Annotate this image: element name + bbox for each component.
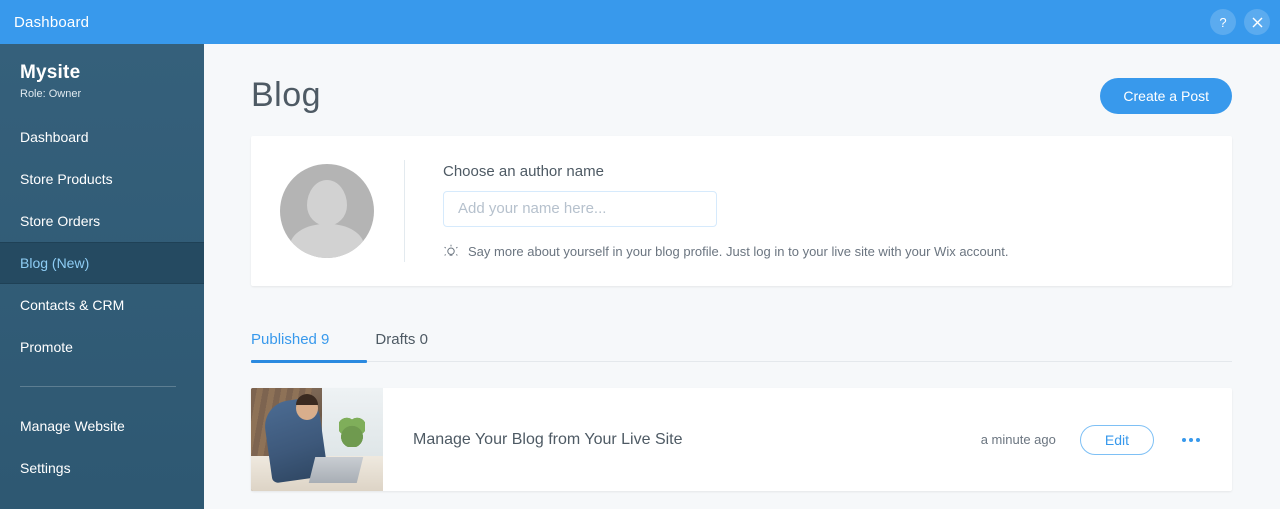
- sidebar-item-blog[interactable]: Blog (New): [0, 242, 204, 284]
- page-title: Blog: [251, 76, 322, 114]
- sidebar-item-label: Blog (New): [20, 255, 90, 271]
- post-meta: a minute ago Edit: [980, 424, 1204, 455]
- avatar-body-shape: [290, 224, 364, 258]
- thumbnail-plant: [338, 412, 365, 447]
- sidebar-item-manage-website[interactable]: Manage Website: [0, 405, 204, 447]
- top-bar-actions: ?: [1210, 9, 1270, 35]
- sidebar-item-label: Manage Website: [20, 418, 125, 434]
- avatar-head-shape: [307, 180, 347, 226]
- thumbnail-person-hair: [295, 394, 318, 406]
- sidebar-item-label: Promote: [20, 339, 73, 355]
- sidebar: Mysite Role: Owner Dashboard Store Produ…: [0, 44, 204, 509]
- sidebar-item-promote[interactable]: Promote: [0, 326, 204, 368]
- tab-label: Drafts 0: [375, 331, 428, 348]
- lightbulb-icon: [444, 244, 458, 256]
- post-thumbnail: [251, 388, 383, 491]
- top-bar-title: Dashboard: [14, 13, 90, 31]
- tab-published[interactable]: Published 9: [251, 331, 357, 348]
- post-timestamp: a minute ago: [980, 432, 1056, 447]
- sidebar-item-contacts-crm[interactable]: Contacts & CRM: [0, 284, 204, 326]
- post-body: Manage Your Blog from Your Live Site a m…: [383, 388, 1232, 491]
- sidebar-item-label: Dashboard: [20, 129, 89, 145]
- sidebar-item-dashboard[interactable]: Dashboard: [0, 116, 204, 158]
- author-name-label: Choose an author name: [443, 162, 604, 180]
- author-card: Choose an author name Say more about you…: [251, 136, 1232, 286]
- post-title: Manage Your Blog from Your Live Site: [413, 430, 683, 448]
- author-tip-text: Say more about yourself in your blog pro…: [468, 244, 1009, 259]
- main-content: Blog Create a Post Choose an author name: [204, 44, 1280, 509]
- tab-label: Published 9: [251, 331, 330, 348]
- sidebar-item-store-products[interactable]: Store Products: [0, 158, 204, 200]
- dot: [1196, 437, 1200, 442]
- tab-drafts[interactable]: Drafts 0: [375, 331, 456, 348]
- sidebar-item-label: Store Orders: [20, 213, 101, 229]
- tabs-underline: [251, 360, 1232, 363]
- sidebar-item-settings[interactable]: Settings: [0, 447, 204, 489]
- sidebar-divider: [20, 386, 176, 387]
- author-card-divider: [404, 160, 405, 262]
- close-icon: [1252, 17, 1262, 27]
- help-button[interactable]: ?: [1210, 9, 1236, 35]
- dot: [1189, 437, 1193, 442]
- author-name-input[interactable]: [443, 190, 717, 227]
- avatar: [280, 164, 374, 258]
- active-tab-indicator: [251, 360, 367, 363]
- more-options-icon[interactable]: [1178, 432, 1204, 448]
- sidebar-item-label: Contacts & CRM: [20, 297, 125, 313]
- site-name: Mysite: [20, 62, 81, 83]
- top-bar: Dashboard ?: [0, 0, 1280, 44]
- sidebar-item-label: Settings: [20, 460, 71, 476]
- close-button[interactable]: [1244, 9, 1270, 35]
- thumbnail-laptop: [308, 456, 363, 483]
- page-header: Blog Create a Post: [204, 44, 1280, 115]
- site-role: Role: Owner: [20, 88, 82, 100]
- post-row[interactable]: Manage Your Blog from Your Live Site a m…: [251, 388, 1232, 491]
- post-tabs: Published 9 Drafts 0: [251, 312, 1232, 363]
- dot: [1182, 437, 1186, 442]
- sidebar-item-label: Store Products: [20, 171, 113, 187]
- author-fields: Choose an author name Say more about you…: [443, 163, 1232, 260]
- sidebar-item-store-orders[interactable]: Store Orders: [0, 200, 204, 242]
- edit-post-button[interactable]: Edit: [1079, 424, 1154, 455]
- author-tip: Say more about yourself in your blog pro…: [443, 244, 1202, 260]
- question-mark-icon: ?: [1219, 14, 1227, 30]
- site-info: Mysite Role: Owner: [0, 44, 204, 116]
- create-post-button[interactable]: Create a Post: [1100, 77, 1232, 114]
